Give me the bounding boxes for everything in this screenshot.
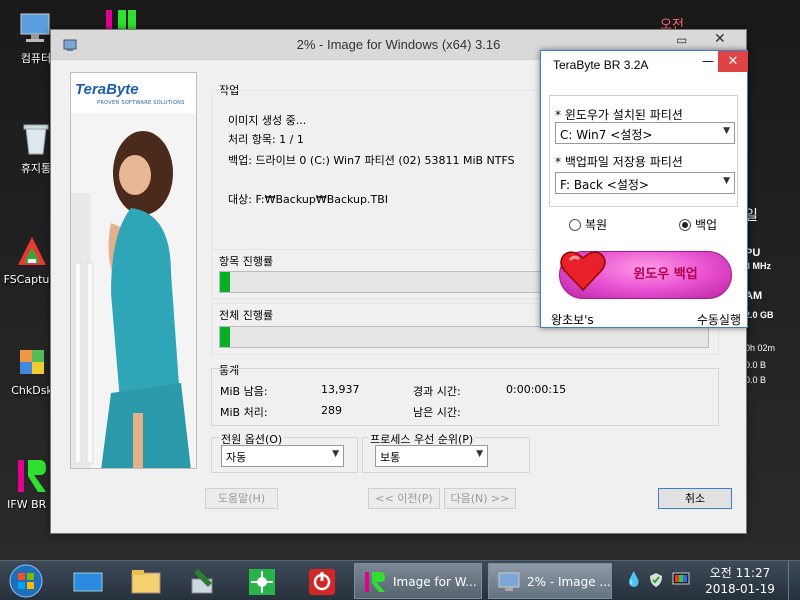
show-desktop-button[interactable]	[788, 561, 800, 600]
terabyte-br-window: TeraByte BR 3.2A — ✕ * 윈도우가 설치된 파티션 C: W…	[540, 50, 748, 328]
taskbar-task-ifw[interactable]: Image for W...	[354, 563, 482, 599]
restore-radio[interactable]: 복원	[569, 216, 607, 233]
total-progress-bar	[219, 326, 709, 348]
folder-icon	[131, 570, 161, 594]
task-source: 백업: 드라이브 0 (C:) Win7 파티션 (02) 53811 MiB …	[228, 154, 515, 167]
monitor-icon	[498, 572, 520, 591]
gadget-stat-2: 0.0 B	[745, 375, 767, 385]
cancel-button[interactable]: 취소	[658, 488, 732, 509]
terabyte-tagline: PROVEN SOFTWARE SOLUTIONS	[97, 100, 185, 106]
minimize-icon[interactable]: —	[698, 53, 718, 73]
clock-date: 2018-01-19	[705, 582, 775, 596]
taskbar-task-progress[interactable]: 2% - Image ...	[488, 563, 612, 599]
paint-tool-icon	[191, 569, 213, 594]
item-progress-fill	[220, 272, 230, 292]
power-options-value: 자동	[226, 451, 247, 464]
br-titlebar[interactable]: TeraByte BR 3.2A — ✕	[541, 51, 748, 78]
start-button[interactable]	[6, 563, 48, 599]
recycle-bin-icon	[18, 120, 54, 156]
mib-remaining-value: 13,937	[321, 383, 360, 396]
windows-backup-button[interactable]: 윈도우 백업	[559, 251, 732, 299]
help-button[interactable]: 도움말(H)	[205, 488, 278, 509]
network-icon	[249, 569, 275, 595]
chevron-down-icon: ▼	[723, 126, 730, 136]
chevron-down-icon: ▼	[476, 449, 483, 459]
ifw-icon	[14, 458, 50, 494]
backup-radio-label: 백업	[695, 218, 718, 232]
taskbar-network-button[interactable]	[244, 563, 280, 599]
process-priority-select[interactable]: 보통 ▼	[375, 445, 488, 467]
power-options-select[interactable]: 자동 ▼	[221, 445, 344, 467]
backup-partition-label: * 백업파일 저장용 파티션	[555, 155, 683, 169]
windows-start-icon	[9, 564, 43, 598]
terabyte-logo: TeraByte	[75, 81, 139, 98]
tray-display-icon[interactable]	[672, 572, 690, 591]
terabyte-banner: TeraByte PROVEN SOFTWARE SOLUTIONS	[70, 72, 197, 469]
ifw-icon	[365, 572, 385, 592]
remaining-time-label: 남은 시간:	[413, 406, 461, 419]
taskbar-shutdown-button[interactable]	[304, 563, 340, 599]
minimize-icon[interactable]: ▭	[676, 33, 687, 47]
task-status: 이미지 생성 중...	[228, 114, 307, 127]
banner-photo	[71, 113, 196, 468]
mib-processed-value: 289	[321, 404, 342, 417]
close-icon[interactable]: ✕	[718, 51, 748, 72]
windows-backup-label: 윈도우 백업	[633, 267, 698, 282]
br-window-title: TeraByte BR 3.2A	[553, 58, 649, 72]
chevron-down-icon: ▼	[332, 449, 339, 459]
task-destination: 대상: F:₩Backup₩Backup.TBI	[228, 193, 389, 206]
backup-partition-value: F: Back <설정>	[560, 178, 649, 192]
backup-partition-select[interactable]: F: Back <설정> ▼	[555, 172, 735, 194]
br-footer-left: 왕초보's	[551, 313, 594, 327]
backup-radio-dot	[679, 218, 691, 231]
tray-drop-icon[interactable]: 💧	[625, 572, 642, 588]
desktop-icon	[73, 572, 103, 592]
windows-partition-select[interactable]: C: Win7 <설정> ▼	[555, 122, 735, 144]
taskbar: Image for W... 2% - Image ... 💧 오전 11:27…	[0, 560, 800, 600]
power-icon	[309, 569, 335, 595]
mib-processed-label: MiB 처리:	[220, 406, 268, 419]
backup-radio[interactable]: 백업	[679, 216, 717, 233]
stats-frame	[211, 368, 719, 426]
close-icon[interactable]: ✕	[714, 31, 726, 47]
taskbar-desktop-button[interactable]	[70, 563, 106, 599]
taskbar-explorer-button[interactable]	[128, 563, 164, 599]
back-button[interactable]: << 이전(P)	[368, 488, 440, 509]
chkdsk-icon	[14, 344, 50, 380]
gadget-uptime: 0h 02m	[745, 343, 776, 353]
windows-partition-value: C: Win7 <설정>	[560, 128, 653, 142]
chevron-down-icon: ▼	[723, 176, 730, 186]
heart-icon	[558, 246, 608, 316]
taskbar-task-label: Image for W...	[393, 575, 477, 589]
gadget-cpu-value: 3 MHz	[745, 261, 772, 271]
taskbar-task-label: 2% - Image ...	[527, 575, 611, 589]
restore-radio-dot	[569, 218, 581, 231]
gadget-stat-1: 0.0 B	[745, 360, 767, 370]
restore-radio-label: 복원	[585, 218, 608, 232]
fscapture-icon	[14, 233, 50, 269]
elapsed-value: 0:00:00:15	[506, 383, 567, 396]
task-items: 처리 항목: 1 / 1	[228, 133, 304, 146]
manual-run-link[interactable]: 수동실행	[697, 311, 741, 328]
computer-icon	[18, 10, 54, 46]
elapsed-label: 경과 시간:	[413, 385, 461, 398]
clock-time: 오전 11:27	[709, 566, 771, 580]
windows-partition-label: * 윈도우가 설치된 파티션	[555, 108, 683, 122]
tray-security-icon[interactable]	[648, 572, 664, 591]
next-button[interactable]: 다음(N) >>	[444, 488, 516, 509]
process-priority-value: 보통	[380, 451, 401, 464]
mib-remaining-label: MiB 남음:	[220, 385, 268, 398]
gadget-ram-value: 2.0 GB	[745, 310, 774, 320]
taskbar-tool-button[interactable]	[186, 563, 222, 599]
taskbar-clock[interactable]: 오전 11:27 2018-01-19	[700, 565, 780, 597]
total-progress-fill	[220, 327, 230, 347]
